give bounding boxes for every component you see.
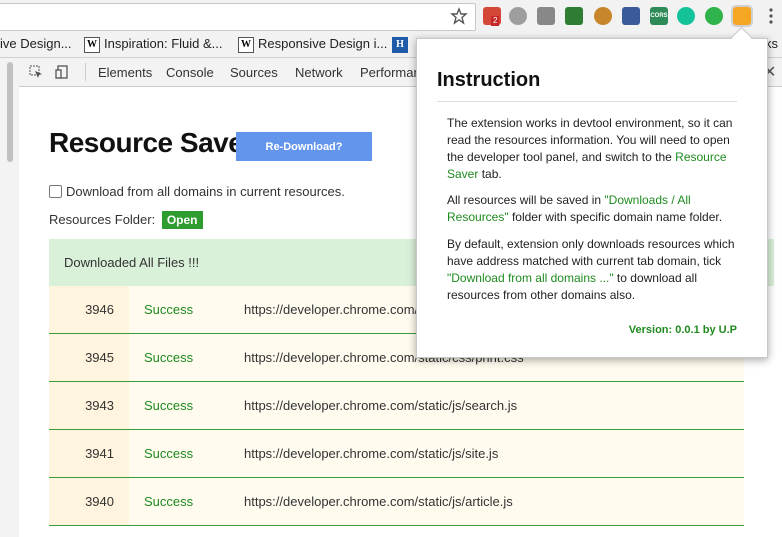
bookmark-favicon-icon: W <box>238 37 254 53</box>
devtools-scrollbar[interactable] <box>0 58 20 537</box>
gmail-icon[interactable]: 2 <box>483 7 501 26</box>
redownload-button[interactable]: Re-Download? <box>236 132 372 161</box>
resource-saver-icon[interactable] <box>731 5 753 27</box>
cors-icon[interactable]: CORS <box>650 7 668 25</box>
bookmark-item[interactable]: ive Design... <box>0 36 72 51</box>
browser-toolbar: 2 CORS <box>0 0 782 32</box>
version-text: Version: 0.0.1 by U.P <box>628 324 737 336</box>
tab-network[interactable]: Network <box>295 65 343 80</box>
instruction-popup: Instruction The extension works in devto… <box>416 38 768 358</box>
row-id: 3943 <box>49 382 129 429</box>
toolbar-divider <box>85 63 86 81</box>
status-text: Downloaded All Files !!! <box>64 255 200 270</box>
cloud-icon[interactable] <box>509 7 527 25</box>
popup-title: Instruction <box>437 69 541 91</box>
folder-label: Resources Folder: <box>49 212 156 227</box>
folder-row: Resources Folder: Open <box>49 211 203 229</box>
cookie-icon[interactable] <box>594 7 612 25</box>
row-url: https://developer.chrome.com/static/js/s… <box>229 430 744 477</box>
row-status: Success <box>129 334 229 381</box>
page-title: Resource Saver <box>49 127 254 158</box>
row-status: Success <box>129 478 229 525</box>
row-id: 3941 <box>49 430 129 477</box>
camera-icon[interactable] <box>537 7 555 25</box>
bookmark-item[interactable]: Responsive Design i... <box>258 36 387 51</box>
row-status: Success <box>129 382 229 429</box>
tab-performance[interactable]: Performan <box>360 65 421 80</box>
play-icon[interactable] <box>705 7 723 25</box>
row-status: Success <box>129 430 229 477</box>
all-domains-checkbox[interactable] <box>49 185 62 198</box>
bookmark-favicon-icon: W <box>84 37 100 53</box>
table-row: 3941 Success https://developer.chrome.com/… <box>49 430 744 478</box>
row-id: 3946 <box>49 286 129 333</box>
inspect-element-icon[interactable] <box>29 65 43 79</box>
instruction-paragraph: The extension works in devtool environme… <box>447 116 733 181</box>
tab-console[interactable]: Console <box>166 65 214 80</box>
device-toolbar-icon[interactable] <box>55 65 69 79</box>
instruction-paragraph: All resources will be saved in "Download… <box>447 193 723 224</box>
row-id: 3940 <box>49 478 129 525</box>
grammarly-icon[interactable] <box>677 7 695 25</box>
address-bar[interactable] <box>0 3 476 31</box>
extension-label: CORS <box>650 13 668 19</box>
screenshot-icon[interactable] <box>565 7 583 25</box>
bookmark-favicon-icon: H <box>392 37 408 53</box>
eyedropper-icon[interactable] <box>622 7 640 25</box>
instruction-paragraph: By default, extension only downloads res… <box>447 237 735 302</box>
bookmark-star-icon[interactable] <box>450 7 468 25</box>
table-row: 3940 Success https://developer.chrome.com/… <box>49 478 744 526</box>
row-id: 3945 <box>49 334 129 381</box>
scrollbar-thumb[interactable] <box>7 62 13 162</box>
tab-elements[interactable]: Elements <box>98 65 152 80</box>
notification-badge: 2 <box>491 16 500 26</box>
all-domains-option[interactable]: Download from all domains in current res… <box>49 184 345 199</box>
open-folder-button[interactable]: Open <box>161 211 203 229</box>
tab-sources[interactable]: Sources <box>230 65 278 80</box>
popup-divider <box>437 101 737 102</box>
row-url: https://developer.chrome.com/static/js/a… <box>229 478 744 525</box>
table-row: 3943 Success https://developer.chrome.com/… <box>49 382 744 430</box>
row-url: https://developer.chrome.com/static/js/s… <box>229 382 744 429</box>
bookmark-item[interactable]: Inspiration: Fluid &... <box>104 36 223 51</box>
all-domains-label: Download from all domains in current res… <box>66 184 345 199</box>
more-menu-icon[interactable] <box>766 7 776 25</box>
row-status: Success <box>129 286 229 333</box>
